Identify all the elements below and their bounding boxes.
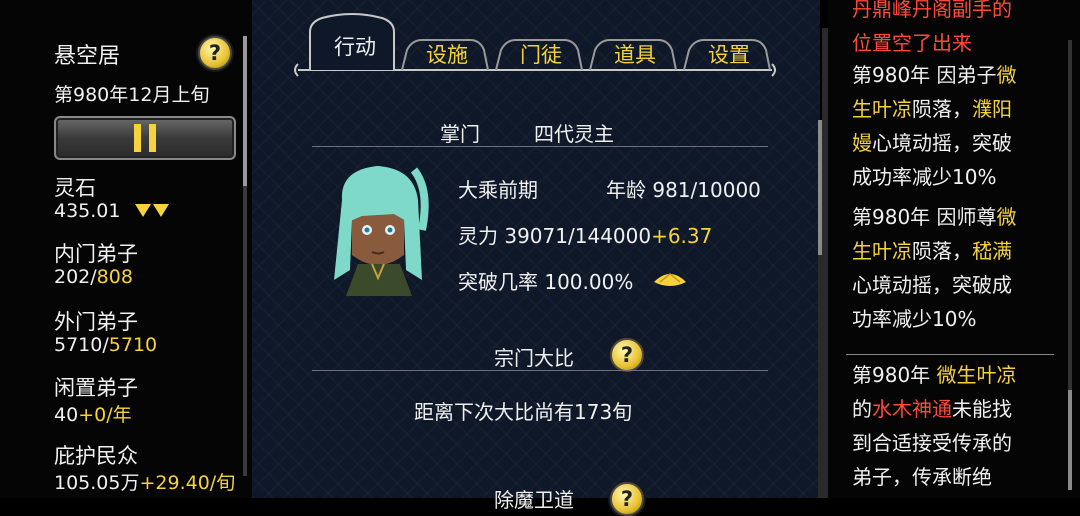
leader-portrait[interactable] (322, 160, 436, 296)
leader-age: 年龄 981/10000 (606, 178, 761, 202)
pause-icon (134, 124, 141, 152)
stat-outer-disciples-label: 外门弟子 (54, 310, 138, 334)
stat-spirit-stone-value: 435.01 (54, 200, 169, 222)
tab-bar: 行动 设施 门徒 道具 设置 (252, 0, 820, 80)
pause-icon (149, 124, 156, 152)
game-screen: 悬空居 ? 第980年12月上旬 灵石 435.01 内门弟子 202/808 … (0, 0, 1080, 516)
leader-breakthrough-rate: 突破几率 100.00% (458, 270, 634, 294)
leader-spirit-power: 灵力 39071/144000+6.37 (458, 224, 713, 248)
yellow-lotus-icon[interactable] (652, 268, 688, 292)
leader-realm: 大乘前期 (458, 178, 538, 202)
tournament-title: 宗门大比 (494, 346, 574, 370)
sidebar-scrollbar[interactable] (243, 36, 247, 476)
help-icon[interactable]: ? (610, 482, 644, 516)
location-title: 悬空居 (54, 44, 121, 69)
tournament-countdown: 距离下次大比尚有173旬 (414, 400, 633, 424)
stat-protected-people-value: 105.05万+29.40/旬 (54, 472, 236, 494)
divider (312, 370, 768, 371)
stat-protected-people-label: 庇护民众 (54, 444, 138, 468)
demon-hunt-title: 除魔卫道 (494, 488, 574, 512)
log-entry-top: 丹鼎峰丹阁副手的 位置空了出来 (852, 0, 1012, 55)
tab-settings[interactable]: 设置 (692, 38, 766, 72)
tab-action[interactable]: 行动 (316, 24, 394, 72)
event-log-rail (822, 28, 828, 498)
log-entry: 第980年 因师尊微 生叶凉陨落，嵇满 心境动摇，突破成 功率减少10% (852, 205, 1017, 331)
game-date: 第980年12月上旬 (54, 84, 210, 106)
tab-items[interactable]: 道具 (598, 38, 672, 72)
sidebar: 悬空居 ? 第980年12月上旬 灵石 435.01 内门弟子 202/808 … (0, 0, 252, 498)
decrease-arrows-icon (133, 200, 169, 222)
pause-button[interactable] (54, 116, 236, 160)
stat-spirit-stone-label: 灵石 (54, 176, 96, 200)
stat-idle-disciples-value: 40+0/年 (54, 404, 132, 426)
log-entry: 第980年 因弟子微 生叶凉陨落，濮阳 嫚心境动摇，突破 成功率减少10% (852, 63, 1017, 189)
leader-title: 四代灵主 (534, 122, 614, 146)
help-icon[interactable]: ? (610, 338, 644, 372)
stat-outer-disciples-value: 5710/5710 (54, 334, 158, 356)
event-log-scrollbar[interactable] (1068, 40, 1072, 490)
log-separator (846, 354, 1054, 355)
log-entry: 第980年 微生叶凉 的水木神通未能找 到合适接受传承的 弟子，传承断绝 (852, 363, 1017, 489)
stat-idle-disciples-label: 闲置弟子 (54, 376, 138, 400)
tab-disciples[interactable]: 门徒 (504, 38, 578, 72)
help-icon[interactable]: ? (198, 36, 232, 70)
stat-inner-disciples-label: 内门弟子 (54, 242, 138, 266)
tab-facilities[interactable]: 设施 (410, 38, 484, 72)
divider (312, 146, 768, 147)
stat-inner-disciples-value: 202/808 (54, 266, 133, 288)
leader-label: 掌门 (440, 122, 480, 146)
